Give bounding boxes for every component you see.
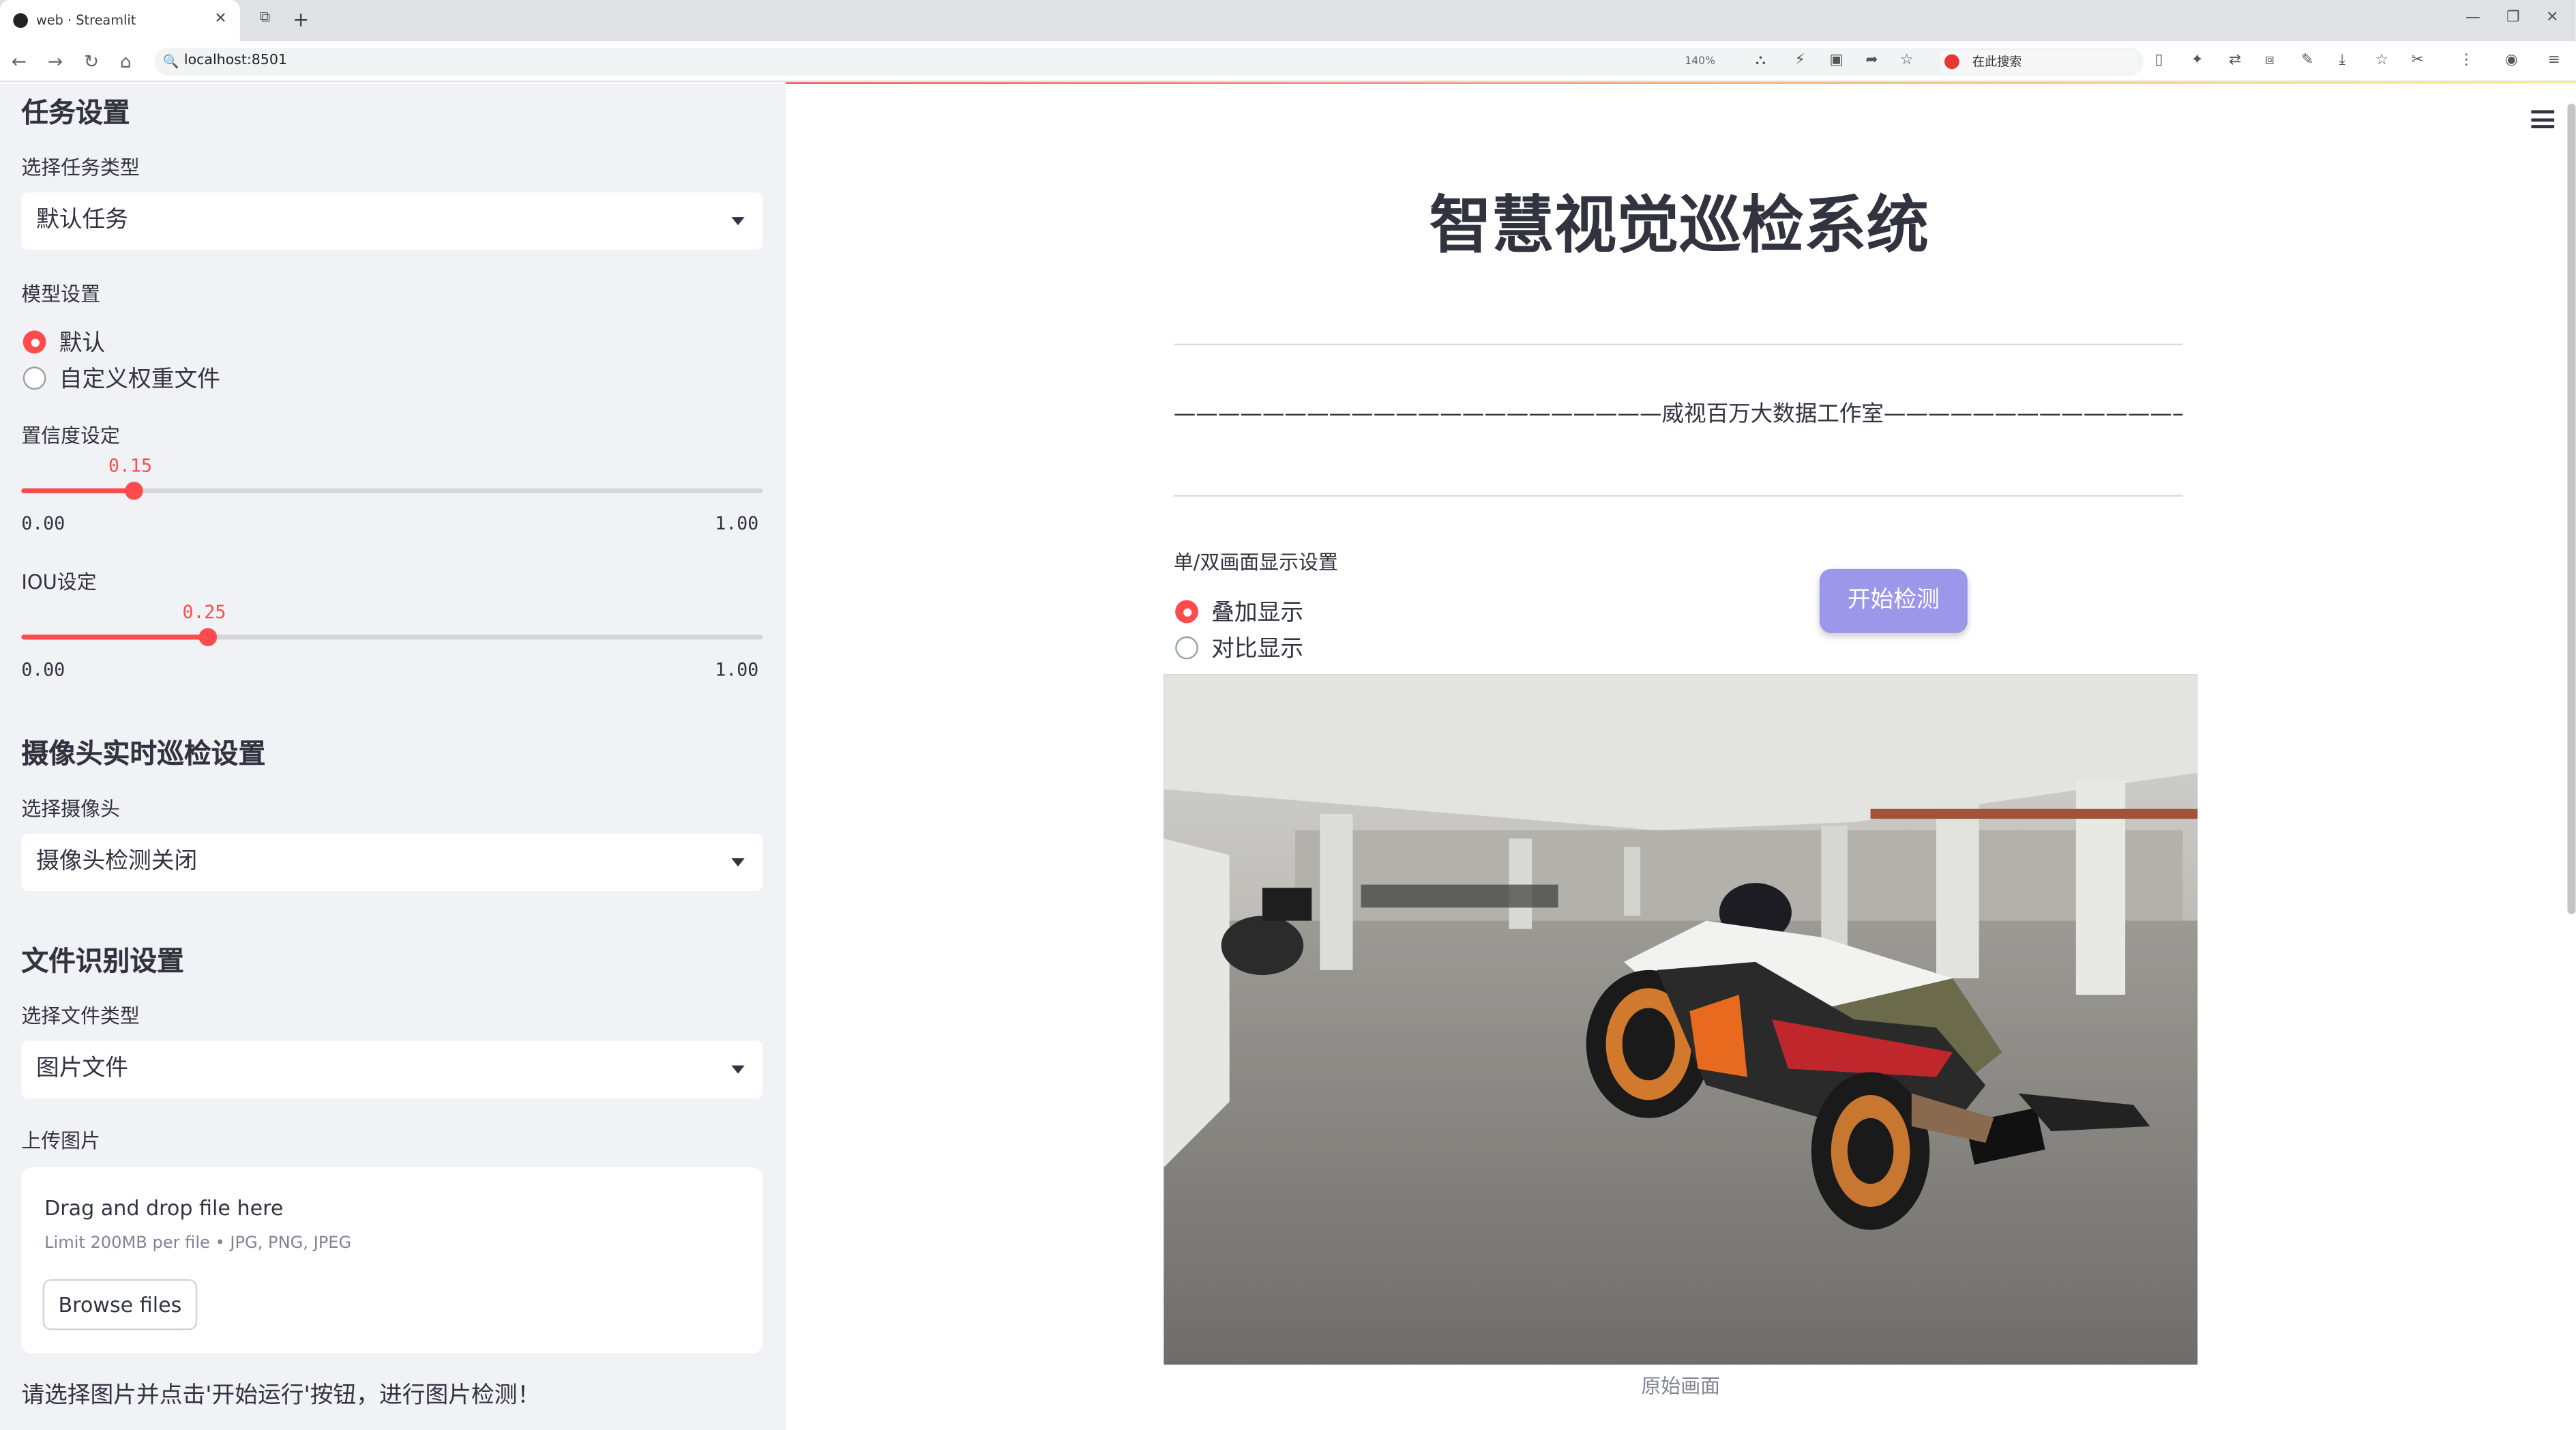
ai-assistant-icon[interactable]: ✦ [2191,53,2204,69]
tab-title: web · Streamlit [36,13,136,28]
file-type-value: 图片文件 [36,1055,128,1082]
streamlit-favicon-icon [13,13,28,28]
home-icon[interactable]: ⌂ [120,51,132,72]
mobile-icon[interactable]: ▯ [2155,53,2163,69]
browser-tab[interactable]: web · Streamlit ✕ [0,0,240,42]
upload-label: 上传图片 [21,1129,101,1153]
conf-slider[interactable] [21,482,763,500]
sidebar: 任务设置 选择任务类型 默认任务 模型设置 默认 自定义权重文件 置信度设定 0… [0,83,786,1430]
conf-slider-value: 0.15 [108,455,152,477]
conf-slider-thumb[interactable] [124,482,143,500]
camera-select[interactable]: 摄像头检测关闭 [21,833,763,892]
chevron-down-icon [731,1065,745,1074]
sidebar-hint: 请选择图片并点击'开始运行'按钮，进行图片检测！ [21,1382,541,1410]
radio-checked-icon[interactable] [1175,600,1198,624]
file-dropzone[interactable]: Drag and drop file here Limit 200MB per … [21,1167,763,1354]
search-engine-logo-icon [1944,54,1959,70]
screenshot-icon[interactable]: ✂ [2411,53,2423,69]
radio-checked-icon[interactable] [23,330,46,354]
chevron-down-icon [731,858,745,867]
model-option-label: 自定义权重文件 [59,366,220,393]
display-option-label: 对比显示 [1211,636,1304,663]
browser-tab-bar: web · Streamlit ✕ ⧉ + — ❐ ✕ [0,0,2576,42]
search-engine-box[interactable]: 在此搜索 [1939,50,2137,73]
sync-icon[interactable]: ⇄ [2229,53,2241,69]
menu-dots-icon[interactable]: ⋮ [2459,53,2474,69]
favorites-icon[interactable]: ☆ [2375,53,2388,69]
iou-slider-fill [21,634,207,640]
file-type-select[interactable]: 图片文件 [21,1040,763,1098]
display-mode-label: 单/双画面显示设置 [1173,551,1338,574]
dropzone-limit: Limit 200MB per file • JPG, PNG, JPEG [44,1234,352,1253]
display-option-label: 叠加显示 [1211,600,1304,627]
search-placeholder: 在此搜索 [1972,54,2022,70]
browser-toolbar: ← → ↻ ⌂ 🔍 localhost:8501 140% ⛬ ⚡ ▣ ➦ ☆ … [0,41,2576,83]
page-title: 智慧视觉巡检系统 [1429,189,1929,262]
task-type-label: 选择任务类型 [21,156,140,179]
chevron-down-icon [731,217,745,226]
camera-section-heading: 摄像头实时巡检设置 [21,738,266,770]
translate-icon[interactable]: ⛬ [1756,53,1766,69]
iou-slider-thumb[interactable] [198,628,217,647]
conf-slider-max: 1.00 [715,512,759,535]
display-radio-overlay[interactable]: 叠加显示 [1175,595,1303,628]
model-radio-custom[interactable]: 自定义权重文件 [23,362,220,394]
new-tab-icon[interactable]: + [293,8,309,31]
forward-icon[interactable]: → [48,51,63,72]
site-info-icon[interactable]: 🔍 [163,48,179,76]
radio-unchecked-icon[interactable] [1175,636,1198,660]
radio-unchecked-icon[interactable] [23,366,46,390]
task-section-heading: 任务设置 [21,97,130,128]
conf-slider-min: 0.00 [21,512,65,535]
translate-ext-icon[interactable]: ⧈ [2265,53,2275,69]
divider [1173,495,2183,497]
extension-icon[interactable]: ▣ [1829,53,1844,69]
draw-icon[interactable]: ✎ [2301,53,2313,69]
studio-banner: ——————————————————————威视百万大数据工作室————————… [1173,401,2183,428]
task-type-value: 默认任务 [36,207,128,234]
conf-label: 置信度设定 [21,424,120,448]
main-content: 智慧视觉巡检系统 ——————————————————————威视百万大数据工作… [785,83,2576,1430]
model-radio-default[interactable]: 默认 [23,325,106,358]
restore-icon[interactable]: ❐ [2506,10,2519,26]
file-type-label: 选择文件类型 [21,1004,140,1028]
conf-slider-fill [21,488,133,493]
file-section-heading: 文件识别设置 [21,945,184,977]
reload-icon[interactable]: ↻ [84,51,99,72]
original-image [1164,674,2198,1365]
browse-files-button[interactable]: Browse files [42,1279,198,1330]
address-input[interactable]: 🔍 localhost:8501 [154,47,2144,76]
url-text: localhost:8501 [183,53,287,70]
iou-label: IOU设定 [21,570,97,594]
image-caption: 原始画面 [1641,1374,1721,1398]
dropzone-title: Drag and drop file here [44,1195,284,1221]
camera-value: 摄像头检测关闭 [36,848,198,875]
window-close-icon[interactable]: ✕ [2546,10,2558,26]
profile-avatar-icon[interactable]: ◉ [2505,53,2518,69]
iou-slider-max: 1.00 [715,659,759,681]
zoom-indicator[interactable]: 140% [1685,55,1715,68]
divider [1173,343,2183,346]
close-tab-icon[interactable]: ✕ [214,12,226,28]
start-detection-button[interactable]: 开始检测 [1819,568,1968,633]
minimize-icon[interactable]: — [2466,10,2481,26]
hamburger-menu-icon[interactable] [2531,110,2555,132]
display-radio-compare[interactable]: 对比显示 [1175,631,1303,664]
download-icon[interactable]: ⤓ [2339,53,2345,69]
model-label: 模型设置 [21,282,101,306]
back-icon[interactable]: ← [12,51,27,72]
iou-slider-min: 0.00 [21,659,65,681]
task-type-select[interactable]: 默认任务 [21,192,763,250]
iou-slider-value: 0.25 [182,602,226,624]
tab-groups-icon[interactable]: ⧉ [260,10,271,26]
iou-slider[interactable] [21,628,763,647]
model-option-label: 默认 [59,330,106,357]
main-scrollbar[interactable] [2567,103,2576,914]
share-icon[interactable]: ➦ [1865,53,1878,69]
parking-garage-photo [1164,674,2198,1365]
camera-label: 选择摄像头 [21,797,120,821]
bookmark-star-icon[interactable]: ☆ [1900,53,1913,69]
browser-menu-icon[interactable]: ≡ [2548,53,2560,69]
lightning-icon[interactable]: ⚡ [1795,53,1805,69]
